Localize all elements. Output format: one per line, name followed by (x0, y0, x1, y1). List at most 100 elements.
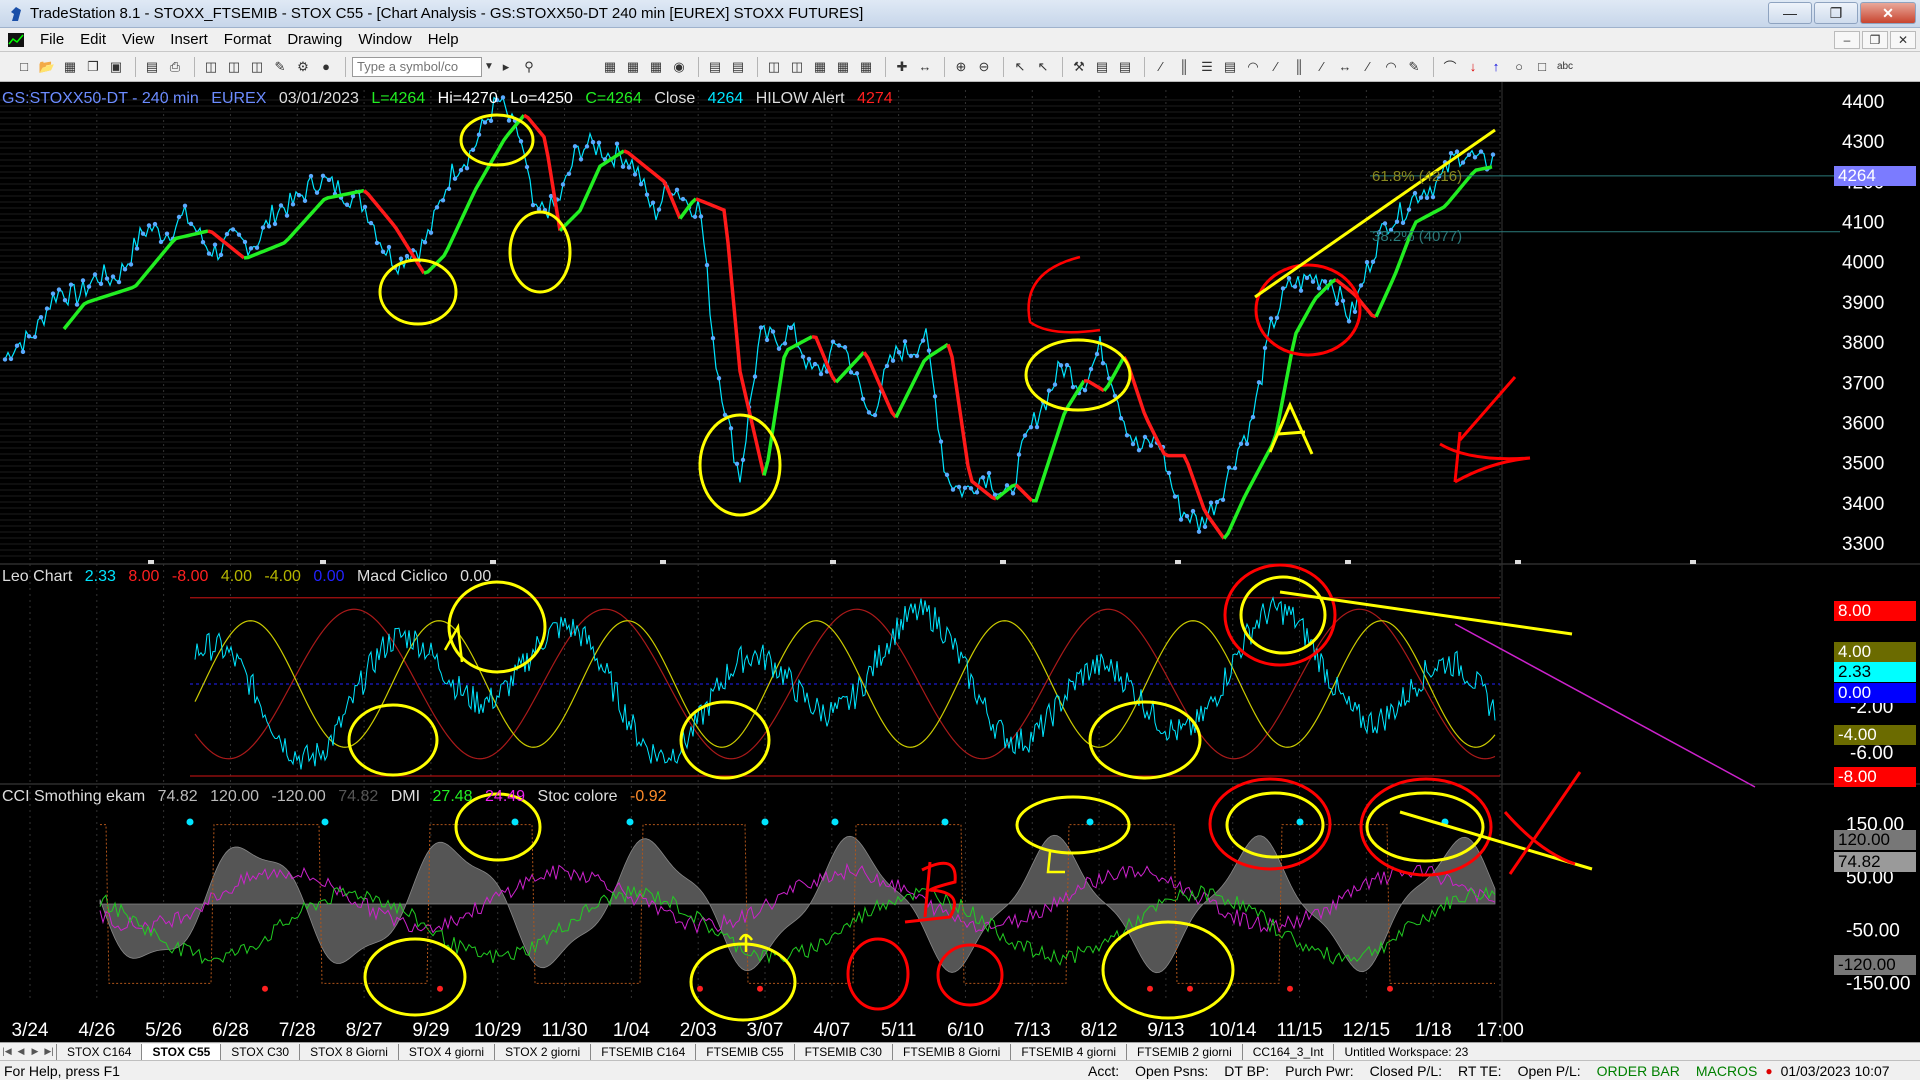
mdi-close-button[interactable]: ✕ (1890, 31, 1916, 49)
gann-fan-icon[interactable]: ║ (1289, 57, 1309, 77)
menu-drawing[interactable]: Drawing (279, 31, 350, 48)
symbol-input[interactable] (352, 56, 482, 77)
ellipse-icon[interactable]: ○ (1509, 57, 1529, 77)
chart-analysis-window[interactable]: 3/24 4/26 5/26 6/28 7/28 8/27 9/29 10/29 11/30 1/… (0, 82, 1920, 1042)
tools-icon[interactable]: ⚒ (1069, 57, 1089, 77)
strategy-icon[interactable]: ▤ (1115, 57, 1135, 77)
candle-chart-type-icon[interactable]: ◫ (787, 57, 807, 77)
matrix-icon[interactable]: ▦ (646, 57, 666, 77)
alerts-icon[interactable]: ▤ (1092, 57, 1112, 77)
color-palette-icon[interactable]: ● (316, 57, 336, 77)
insert-analysis-icon[interactable]: ▤ (705, 57, 725, 77)
last-price-label: L=4264 (371, 90, 426, 107)
freehand-icon[interactable]: ✎ (1404, 57, 1424, 77)
open-workspace-icon[interactable]: ▦ (60, 57, 80, 77)
horizontal-lines-icon[interactable]: ☰ (1197, 57, 1217, 77)
window-tile-icon[interactable]: ◫ (224, 57, 244, 77)
print-preview-icon[interactable]: ▤ (142, 57, 162, 77)
menu-edit[interactable]: Edit (72, 31, 114, 48)
tab-ftsemib-c164[interactable]: FTSEMIB C164 (590, 1043, 695, 1060)
interval-icon[interactable]: ▦ (833, 57, 853, 77)
extend-line-icon[interactable]: ↔ (1335, 57, 1355, 77)
tab-first-icon[interactable]: |◀ (0, 1045, 14, 1059)
high-price-label: Hi=4270 (437, 90, 498, 107)
new-file-icon[interactable]: □ (14, 57, 34, 77)
scroll-icon[interactable]: ↔ (915, 57, 935, 77)
chart-window-icon[interactable]: ▦ (600, 57, 620, 77)
options-station-icon[interactable]: ◉ (669, 57, 689, 77)
chart-window-icon[interactable] (8, 32, 24, 47)
tab-stox-c164[interactable]: STOX C164 (56, 1043, 141, 1060)
zoom-in-icon[interactable]: ⊕ (951, 57, 971, 77)
copy-icon[interactable]: ❐ (83, 57, 103, 77)
minimize-button[interactable]: — (1768, 2, 1812, 24)
tab-stox-c30[interactable]: STOX C30 (220, 1043, 299, 1060)
close-button[interactable]: ✕ (1860, 2, 1916, 24)
tab-stox-c55[interactable]: STOX C55 (141, 1043, 221, 1060)
tab-next-icon[interactable]: ▶ (28, 1045, 42, 1059)
tab-prev-icon[interactable]: ◀ (14, 1045, 28, 1059)
cycle-lines-icon[interactable]: ◠ (1381, 57, 1401, 77)
order-bar-button[interactable]: ORDER BAR (1589, 1063, 1688, 1079)
tab-ftsemib-2-giorni[interactable]: FTSEMIB 2 giorni (1126, 1043, 1242, 1060)
fibonacci-fan-icon[interactable]: ◠ (1243, 57, 1263, 77)
open-folder-icon[interactable]: 📂 (37, 57, 57, 77)
fib-38-label: 38.2% (4077) (1372, 228, 1463, 245)
format-icon[interactable]: ⚙ (293, 57, 313, 77)
cci-bottom-dot (262, 985, 268, 992)
tab-untitled-workspace[interactable]: Untitled Workspace: 23 (1333, 1043, 1478, 1060)
cursor-crosshair-icon[interactable]: ✚ (892, 57, 912, 77)
price-point (1310, 279, 1316, 284)
tab-ftsemib-8-giorni[interactable]: FTSEMIB 8 Giorni (891, 1043, 1010, 1060)
menu-file[interactable]: File (32, 31, 72, 48)
menu-bar: File Edit View Insert Format Drawing Win… (0, 28, 1920, 52)
menu-format[interactable]: Format (216, 31, 280, 48)
tab-ftsemib-c55[interactable]: FTSEMIB C55 (695, 1043, 793, 1060)
arrow-up-icon[interactable]: ↑ (1486, 57, 1506, 77)
maximize-button[interactable]: ❐ (1814, 2, 1858, 24)
tab-ftsemib-c30[interactable]: FTSEMIB C30 (793, 1043, 892, 1060)
tab-stox-8-giorni[interactable]: STOX 8 Giorni (299, 1043, 398, 1060)
menu-window[interactable]: Window (350, 31, 419, 48)
parallel-lines-icon[interactable]: ∕ (1358, 57, 1378, 77)
menu-insert[interactable]: Insert (162, 31, 216, 48)
tab-stox-4-giorni[interactable]: STOX 4 giorni (397, 1043, 494, 1060)
symbol-lookup-icon[interactable]: ⚲ (519, 57, 539, 77)
zoom-out-icon[interactable]: ⊖ (974, 57, 994, 77)
mdi-minimize-button[interactable]: – (1834, 31, 1860, 49)
pointer-icon[interactable]: ↖ (1010, 57, 1030, 77)
cci-top-dot (761, 818, 769, 826)
print-icon[interactable]: ⎙ (165, 57, 185, 77)
window-cascade-icon[interactable]: ◫ (201, 57, 221, 77)
tab-stox-2-giorni[interactable]: STOX 2 giorni (494, 1043, 590, 1060)
lock-icon[interactable]: ◫ (247, 57, 267, 77)
vertical-lines-icon[interactable]: ║ (1174, 57, 1194, 77)
chart-canvas[interactable]: 3/24 4/26 5/26 6/28 7/28 8/27 9/29 10/29 11/30 1/… (0, 82, 1920, 1042)
trendline-icon[interactable]: ∕ (1151, 57, 1171, 77)
symbol-dropdown-icon[interactable]: ▼ (482, 57, 496, 77)
save-icon[interactable]: ▣ (106, 57, 126, 77)
play-icon[interactable]: ▸ (496, 57, 516, 77)
drawing-tools-icon[interactable]: ✎ (270, 57, 290, 77)
text-abc-icon[interactable]: abc (1555, 57, 1575, 77)
speed-lines-icon[interactable]: ∕ (1266, 57, 1286, 77)
text-tool-icon[interactable]: ▤ (1220, 57, 1240, 77)
tab-last-icon[interactable]: ▶| (42, 1045, 56, 1059)
menu-view[interactable]: View (114, 31, 162, 48)
mdi-restore-button[interactable]: ❐ (1862, 31, 1888, 49)
tab-ftsemib-4-giorni[interactable]: FTSEMIB 4 giorni (1010, 1043, 1126, 1060)
insert-study-icon[interactable]: ▤ (728, 57, 748, 77)
bar-chart-type-icon[interactable]: ◫ (764, 57, 784, 77)
channel-icon[interactable]: ∕ (1312, 57, 1332, 77)
arrow-down-icon[interactable]: ↓ (1463, 57, 1483, 77)
rectangle-icon[interactable]: □ (1532, 57, 1552, 77)
line-chart-type-icon[interactable]: ▦ (810, 57, 830, 77)
pointer-snap-icon[interactable]: ↖ (1033, 57, 1053, 77)
price-point (38, 314, 44, 320)
data-window-icon[interactable]: ▦ (856, 57, 876, 77)
radar-screen-icon[interactable]: ▦ (623, 57, 643, 77)
arc-icon[interactable]: ⌒ (1440, 57, 1460, 77)
menu-help[interactable]: Help (420, 31, 467, 48)
tab-cc164-3-int[interactable]: CC164_3_Int (1241, 1043, 1334, 1060)
macros-button[interactable]: MACROS (1688, 1063, 1765, 1079)
